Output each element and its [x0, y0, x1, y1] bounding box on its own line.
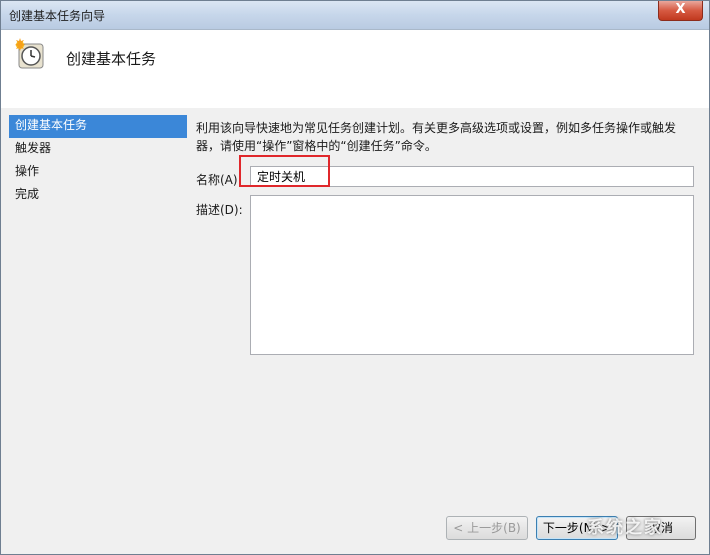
step-action: 操作 — [15, 164, 40, 178]
step-create-basic-task: 创建基本任务 — [9, 115, 187, 138]
close-button[interactable]: X — [658, 1, 703, 21]
back-button[interactable]: < 上一步(B) — [446, 516, 528, 540]
wizard-steps: 创建基本任务 触发器 操作 完成 — [9, 115, 187, 207]
description-textarea[interactable] — [250, 195, 694, 355]
step-trigger: 触发器 — [15, 141, 52, 155]
title-bar[interactable]: 创建基本任务向导 X — [1, 1, 709, 30]
intro-text: 利用该向导快速地为常见任务创建计划。有关更多高级选项或设置，例如多任务操作或触发… — [196, 121, 677, 153]
name-label: 名称(A): — [196, 173, 242, 187]
scheduled-task-clock-icon — [15, 38, 44, 69]
wizard-header: 创建基本任务 — [1, 30, 709, 108]
step-finish: 完成 — [15, 187, 40, 201]
description-label: 描述(D): — [196, 203, 243, 217]
page-title: 创建基本任务 — [66, 50, 157, 68]
window-title: 创建基本任务向导 — [9, 9, 106, 23]
task-wizard-window: 创建基本任务向导 X 创建基本任务 创建基本任务 触发器 操作 完成 利用该向导… — [0, 0, 710, 555]
wizard-content: 利用该向导快速地为常见任务创建计划。有关更多高级选项或设置，例如多任务操作或触发… — [196, 119, 701, 355]
wizard-body: 创建基本任务 触发器 操作 完成 利用该向导快速地为常见任务创建计划。有关更多高… — [1, 109, 709, 554]
watermark: 系统之家 — [587, 518, 663, 538]
annotation-highlight-box — [239, 155, 330, 187]
